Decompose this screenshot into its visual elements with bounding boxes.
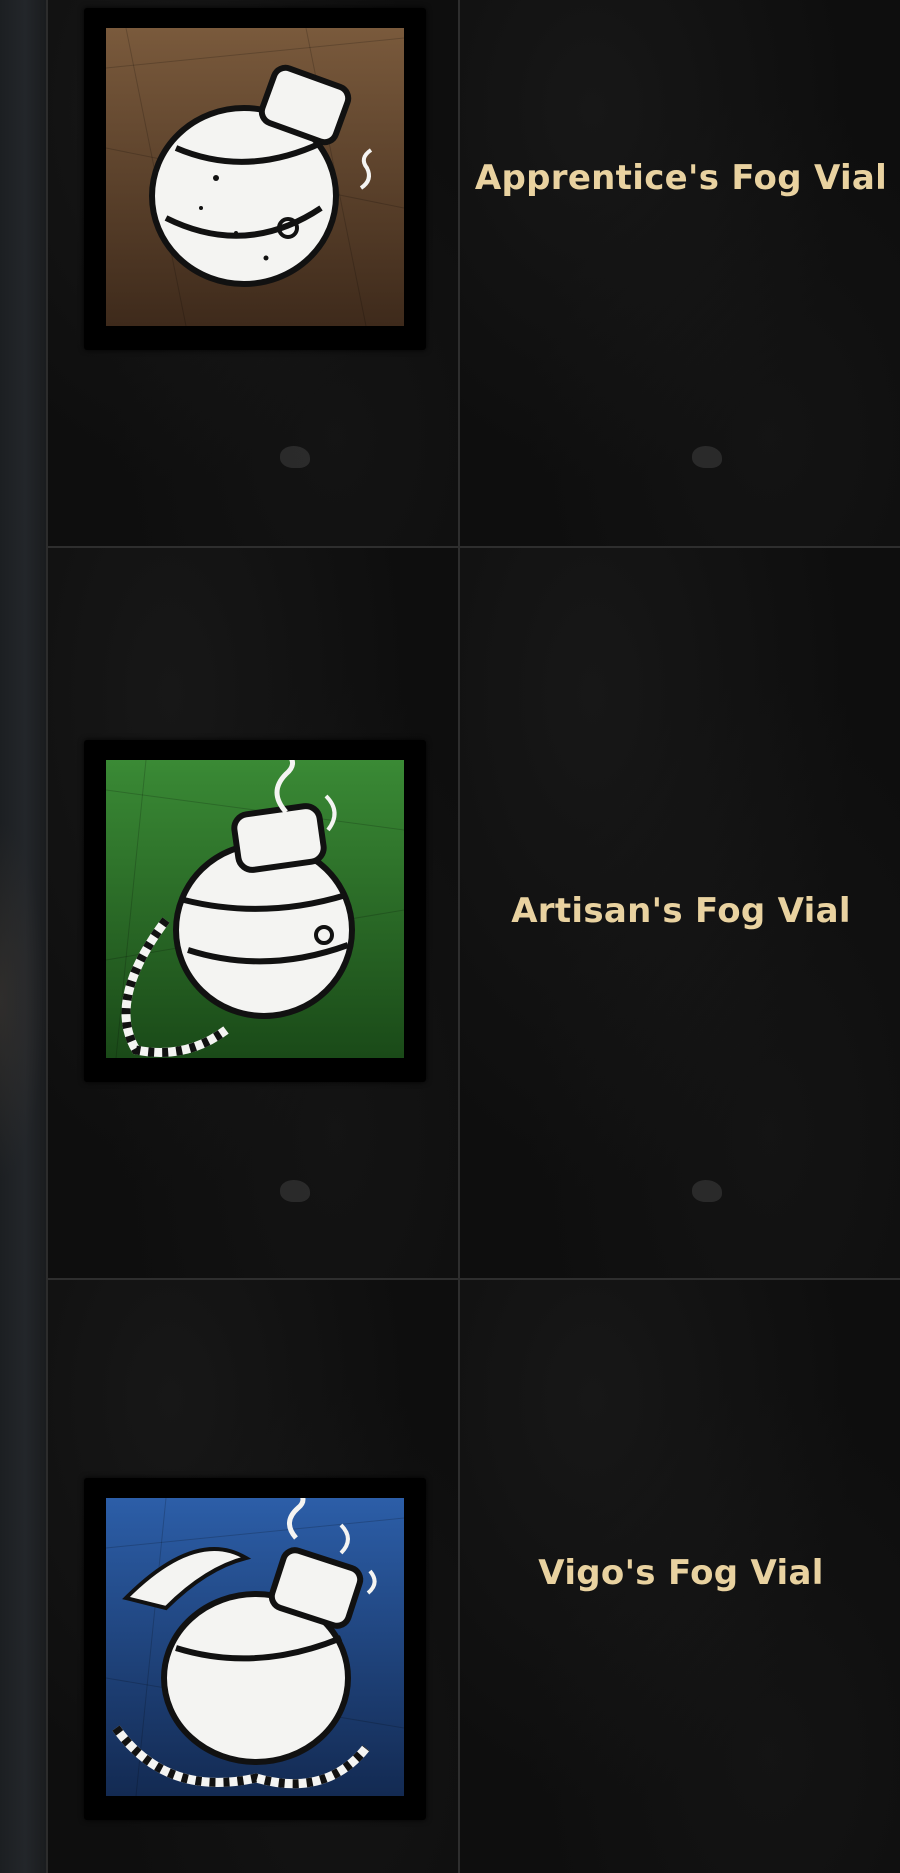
addons-table-page: Apprentice's Fog Vial Artisan's Fog Vial… <box>0 0 900 1873</box>
item-name: Artisan's Fog Vial <box>511 891 851 931</box>
item-name-cell: Artisan's Fog Vial <box>460 548 900 1278</box>
item-icon-cell <box>48 1280 460 1873</box>
item-name-cell: Vigo's Fog Vial <box>460 1280 900 1873</box>
fog-vial-with-feathers-icon <box>84 1478 426 1820</box>
fog-vial-icon <box>84 8 426 350</box>
item-icon-cell <box>48 548 460 1278</box>
item-name-cell: Apprentice's Fog Vial <box>460 0 900 546</box>
item-name: Vigo's Fog Vial <box>538 1552 824 1593</box>
item-name: Apprentice's Fog Vial <box>474 158 888 198</box>
table-row: Vigo's Fog Vial <box>48 1280 900 1873</box>
fog-vial-with-rope-icon <box>84 740 426 1082</box>
table-row: Apprentice's Fog Vial <box>48 0 900 548</box>
item-table: Apprentice's Fog Vial Artisan's Fog Vial… <box>46 0 900 1873</box>
sidebar-background <box>0 0 46 1873</box>
item-icon-cell <box>48 0 460 546</box>
table-row: Artisan's Fog Vial <box>48 548 900 1280</box>
